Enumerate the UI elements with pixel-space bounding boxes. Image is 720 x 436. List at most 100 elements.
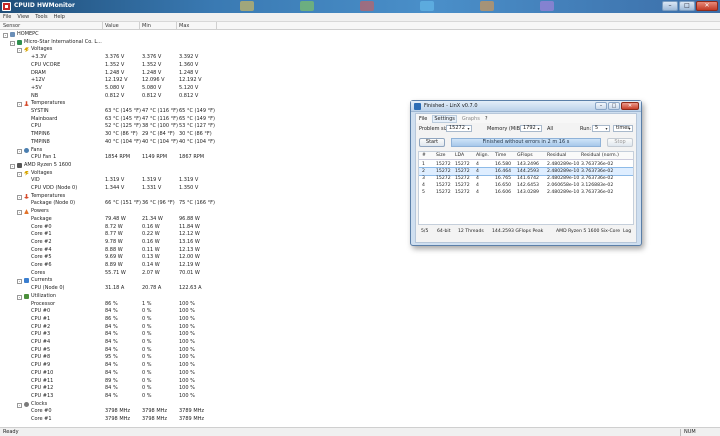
column-min[interactable]: Min — [142, 23, 151, 29]
stop-button[interactable]: Stop — [607, 138, 633, 147]
memory-all-option[interactable]: All — [547, 126, 553, 132]
results-cell: 5 — [422, 190, 425, 195]
column-max[interactable]: Max — [179, 23, 189, 29]
sensor-row[interactable]: CPU #8 95 % 0 % 100 % — [0, 354, 720, 362]
linx-maximize-button[interactable]: □ — [608, 102, 620, 110]
expand-collapse-icon[interactable]: - — [17, 48, 22, 54]
column-divider[interactable] — [216, 22, 217, 30]
sensor-row[interactable]: Core #5 9.69 W 0.13 W 12.00 W — [0, 254, 720, 262]
sensor-row[interactable]: CPU #10 84 % 0 % 100 % — [0, 370, 720, 378]
results-row[interactable]: 1 15272 15272 4 16.580 143.2496 2.480289e-10 3.… — [419, 161, 633, 168]
chevron-down-icon[interactable]: ▾ — [466, 126, 471, 131]
sensor-row[interactable]: CPU #2 84 % 0 % 100 % — [0, 324, 720, 332]
linx-title-bar[interactable]: Finished - LinX v0.7.0 – □ ✕ — [411, 101, 641, 112]
results-row[interactable]: 2 15272 15272 4 16.464 144.2593 2.480289e-10 3.… — [419, 167, 633, 176]
results-column-header[interactable]: # — [422, 153, 426, 158]
results-cell: 141.6742 — [517, 176, 539, 181]
sensor-row[interactable]: Cores 55.71 W 2.07 W 70.01 W — [0, 270, 720, 278]
results-column-header[interactable]: Residual — [547, 153, 566, 158]
menu-file[interactable]: File — [3, 14, 11, 20]
sensor-row[interactable]: CPU VCORE 1.352 V 1.352 V 1.360 V — [0, 62, 720, 70]
sensor-row[interactable]: CPU #0 84 % 0 % 100 % — [0, 308, 720, 316]
sensor-row[interactable]: CPU #3 84 % 0 % 100 % — [0, 331, 720, 339]
sensor-label: Core #5 — [31, 254, 52, 261]
sensor-row[interactable]: Processor 86 % 1 % 100 % — [0, 301, 720, 309]
sensor-label: CPU #13 — [31, 392, 54, 399]
menu-tools[interactable]: Tools — [35, 14, 47, 20]
chevron-down-icon[interactable]: ▾ — [627, 126, 632, 131]
problem-size-input[interactable]: 15272 ▾ — [446, 125, 472, 132]
expand-collapse-icon[interactable]: - — [3, 33, 8, 38]
tree-group-row[interactable]: - Clocks — [0, 401, 720, 409]
results-table[interactable]: # Size LDA Align. Time GFlops Residual Residual… — [418, 151, 634, 225]
sensor-row[interactable]: +3.3V 3.376 V 3.376 V 3.392 V — [0, 54, 720, 62]
results-column-header[interactable]: Size — [436, 153, 445, 158]
sensor-row[interactable]: Core #0 3798 MHz 3798 MHz 3789 MHz — [0, 408, 720, 416]
linx-minimize-button[interactable]: – — [595, 102, 607, 110]
results-column-header[interactable]: Residual (norm.) — [581, 153, 619, 158]
sensor-row[interactable]: CPU #13 84 % 0 % 100 % — [0, 393, 720, 401]
sensor-row[interactable]: CPU #11 89 % 0 % 100 % — [0, 378, 720, 386]
sensor-row[interactable]: Core #1 3798 MHz 3798 MHz 3789 MHz — [0, 416, 720, 424]
tree-group-row[interactable]: - Micro-Star International Co. L... — [0, 39, 720, 47]
sensor-min: 1149 RPM — [142, 154, 168, 161]
sensor-value: 9.69 W — [105, 254, 123, 261]
sensor-row[interactable]: CPU #9 84 % 0 % 100 % — [0, 362, 720, 370]
sensor-row[interactable]: +12V 12.192 V 12.096 V 12.192 V — [0, 77, 720, 85]
tree-group-row[interactable]: - HOMEPC — [0, 31, 720, 39]
results-column-header[interactable]: LDA — [455, 153, 464, 158]
results-column-header[interactable]: Time — [495, 153, 506, 158]
results-column-header[interactable]: Align. — [476, 153, 489, 158]
sensor-row[interactable]: Core #4 8.88 W 0.11 W 12.13 W — [0, 247, 720, 255]
sensor-row[interactable]: CPU #4 84 % 0 % 100 % — [0, 339, 720, 347]
results-row[interactable]: 4 15272 15272 4 16.650 142.6453 2.060658e-10 3.… — [419, 182, 633, 189]
expand-collapse-icon[interactable]: - — [17, 402, 22, 408]
tree-group-row[interactable]: - Currents — [0, 277, 720, 285]
results-column-header[interactable]: GFlops — [517, 153, 533, 158]
menu-help[interactable]: Help — [54, 14, 65, 20]
chevron-down-icon[interactable]: ▾ — [536, 126, 541, 131]
sensor-row[interactable]: CPU #1 86 % 0 % 100 % — [0, 316, 720, 324]
sensor-row[interactable]: Core #6 8.89 W 0.14 W 12.19 W — [0, 262, 720, 270]
chevron-down-icon[interactable]: ▾ — [604, 126, 609, 131]
linx-menu-file[interactable]: File — [419, 116, 427, 122]
linx-window[interactable]: Finished - LinX v0.7.0 – □ ✕ File Settin… — [410, 100, 642, 246]
linx-close-button[interactable]: ✕ — [621, 102, 639, 110]
expand-collapse-icon[interactable]: - — [17, 294, 22, 300]
column-divider[interactable] — [139, 22, 140, 30]
sensor-row[interactable]: +5V 5.080 V 5.080 V 5.120 V — [0, 85, 720, 93]
linx-menu-help[interactable]: ? — [485, 116, 488, 122]
expand-collapse-icon[interactable]: - — [17, 210, 22, 216]
expand-collapse-icon[interactable]: - — [17, 279, 22, 285]
log-button[interactable]: Log — [623, 229, 631, 234]
cpu-icon — [17, 162, 22, 168]
expand-collapse-icon[interactable]: - — [17, 194, 22, 200]
expand-collapse-icon[interactable]: - — [17, 171, 22, 177]
expand-collapse-icon[interactable]: - — [10, 163, 15, 169]
maximize-button[interactable]: □ — [679, 1, 695, 11]
tree-group-row[interactable]: - Utilization — [0, 293, 720, 301]
column-sensor[interactable]: Sensor — [3, 23, 20, 29]
memory-input[interactable]: 1792 ▾ — [520, 125, 542, 132]
results-row[interactable]: 3 15272 15272 4 16.765 141.6742 2.480289e-10 3.… — [419, 175, 633, 182]
sensor-row[interactable]: CPU #5 84 % 0 % 100 % — [0, 347, 720, 355]
start-button[interactable]: Start — [419, 138, 445, 147]
close-button[interactable]: ✕ — [696, 1, 718, 11]
linx-menu-settings[interactable]: Settings — [432, 114, 457, 123]
sensor-row[interactable]: DRAM 1.248 V 1.248 V 1.248 V — [0, 70, 720, 78]
tree-group-row[interactable]: - Voltages — [0, 46, 720, 54]
column-divider[interactable] — [102, 22, 103, 30]
expand-collapse-icon[interactable]: - — [10, 40, 15, 46]
sensor-row[interactable]: CPU #12 84 % 0 % 100 % — [0, 385, 720, 393]
results-row[interactable]: 5 15272 15272 4 16.606 143.0289 2.480289e-10 3.… — [419, 189, 633, 196]
linx-menu-graphs[interactable]: Graphs — [462, 116, 480, 122]
column-divider[interactable] — [176, 22, 177, 30]
run-count-input[interactable]: 5 ▾ — [592, 125, 610, 132]
minimize-button[interactable]: – — [662, 1, 678, 11]
menu-view[interactable]: View — [17, 14, 29, 20]
expand-collapse-icon[interactable]: - — [17, 102, 22, 108]
expand-collapse-icon[interactable]: - — [17, 148, 22, 154]
column-value[interactable]: Value — [105, 23, 119, 29]
sensor-row[interactable]: CPU (Node 0) 31.18 A 20.78 A 122.63 A — [0, 285, 720, 293]
run-unit-select[interactable]: times ▾ — [613, 125, 633, 132]
